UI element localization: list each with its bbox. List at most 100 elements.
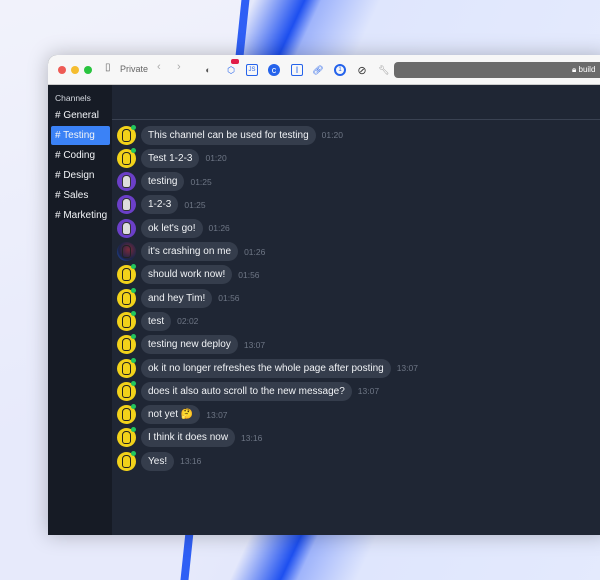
channel-general[interactable]: # General [51, 106, 110, 125]
online-indicator [131, 380, 136, 386]
avatar[interactable] [117, 218, 136, 238]
chat-panel: This channel can be used for testing 01:2… [112, 85, 600, 535]
message-timestamp: 01:25 [184, 199, 206, 210]
message-timestamp: 13:07 [396, 363, 418, 373]
message-row: it's crashing on me 01:26 [117, 242, 265, 262]
channels-heading: Channels [55, 93, 91, 103]
message-bubble: 1-2-3 [141, 195, 179, 215]
message-row: should work now! 01:56 [117, 264, 260, 285]
avatar[interactable] [117, 450, 136, 471]
message-bubble: test [141, 311, 172, 331]
message-row: testing 01:25 [117, 172, 212, 192]
online-indicator [131, 404, 136, 410]
message-timestamp: 01:20 [321, 130, 343, 140]
close-window-button[interactable] [58, 65, 66, 74]
message-row: test 02:02 [117, 310, 199, 331]
message-bubble: Yes! [141, 451, 175, 471]
message-row: 1-2-3 01:25 [117, 195, 206, 215]
avatar[interactable] [117, 404, 136, 425]
message-timestamp: 01:56 [218, 293, 240, 304]
browser-toolbar: ▯ Private ‹ › ◐ ⬡ JS c I 🔗︎ 1 ⊘ 🔧︎ 🔒︎ bu… [48, 55, 600, 85]
notification-badge [231, 59, 239, 64]
message-timestamp: 02:02 [177, 316, 199, 327]
extension-globe-icon[interactable]: c [268, 64, 280, 76]
channel-sales[interactable]: # Sales [51, 186, 110, 205]
message-bubble: and hey Tim! [141, 288, 213, 308]
text-extension-icon[interactable]: I [291, 64, 303, 76]
avatar[interactable] [117, 310, 136, 331]
avatar[interactable] [117, 264, 136, 285]
avatar[interactable] [117, 380, 136, 401]
online-indicator [131, 147, 136, 153]
message-timestamp: 01:56 [238, 269, 260, 280]
online-indicator [131, 310, 136, 316]
online-indicator [131, 450, 136, 456]
message-row: Yes! 13:16 [117, 450, 202, 471]
private-mode-label: Private [120, 64, 149, 74]
message-bubble: ok let's go! [141, 218, 203, 238]
message-timestamp: 01:25 [190, 176, 212, 187]
avatar[interactable] [117, 334, 136, 355]
message-row: I think it does now 13:16 [117, 427, 263, 448]
chat-header [112, 85, 600, 120]
avatar[interactable] [117, 195, 136, 215]
message-row: not yet 🤔 13:07 [117, 404, 228, 425]
minimize-window-button[interactable] [71, 65, 79, 74]
message-bubble: testing new deploy [141, 335, 238, 355]
sidebar-toggle-icon[interactable]: ▯ [105, 62, 111, 73]
maximize-window-button[interactable] [84, 65, 92, 74]
message-row: testing new deploy 13:07 [117, 334, 266, 355]
message-timestamp: 01:20 [205, 153, 227, 164]
online-indicator [131, 264, 136, 270]
message-row: and hey Tim! 01:56 [117, 287, 240, 308]
message-timestamp: 01:26 [208, 223, 230, 234]
message-bubble: not yet 🤔 [141, 405, 201, 425]
avatar[interactable] [117, 124, 136, 145]
online-indicator [131, 334, 136, 340]
message-timestamp: 01:26 [244, 246, 266, 257]
message-timestamp: 13:07 [243, 339, 266, 350]
message-bubble: it's crashing on me [141, 242, 239, 261]
message-bubble: This channel can be used for testing [141, 125, 316, 145]
channel-design[interactable]: # Design [51, 166, 110, 185]
message-bubble: testing [141, 172, 185, 192]
message-timestamp: 13:16 [180, 456, 202, 467]
message-row: Test 1-2-3 01:20 [117, 147, 227, 168]
forward-button[interactable]: › [177, 61, 181, 73]
message-bubble: should work now! [141, 265, 233, 285]
message-row: does it also auto scroll to the new mess… [117, 380, 380, 401]
avatar[interactable] [117, 147, 136, 168]
avatar[interactable] [117, 427, 136, 448]
link-icon[interactable]: 🔗︎ [312, 64, 324, 76]
online-indicator [131, 287, 136, 293]
avatar[interactable] [117, 242, 136, 261]
js-extension-icon[interactable]: JS [246, 64, 258, 76]
message-row: This channel can be used for testing 01:2… [117, 124, 343, 145]
online-indicator [131, 357, 136, 363]
message-bubble: ok it no longer refreshes the whole page… [141, 358, 391, 378]
lock-icon: 🔒︎ [572, 65, 577, 74]
message-bubble: Test 1-2-3 [141, 148, 200, 168]
avatar[interactable] [117, 287, 136, 308]
channel-testing[interactable]: # Testing [51, 126, 110, 145]
back-button[interactable]: ‹ [157, 61, 161, 73]
shield-icon[interactable]: ◐ [202, 64, 214, 76]
online-indicator [131, 124, 136, 130]
message-bubble: does it also auto scroll to the new mess… [141, 381, 352, 401]
url-text: build [578, 65, 596, 74]
password-manager-icon[interactable]: 1 [334, 64, 346, 76]
message-timestamp: 13:07 [357, 386, 380, 397]
block-icon[interactable]: ⊘ [356, 64, 368, 77]
channel-coding[interactable]: # Coding [51, 146, 110, 165]
avatar[interactable] [117, 172, 136, 192]
online-indicator [131, 427, 136, 433]
message-row: ok it no longer refreshes the whole page… [117, 357, 418, 378]
wrench-icon[interactable]: 🔧︎ [378, 64, 390, 76]
address-bar[interactable]: 🔒︎ build [394, 62, 600, 78]
channel-marketing[interactable]: # Marketing [51, 206, 110, 225]
browser-window: ▯ Private ‹ › ◐ ⬡ JS c I 🔗︎ 1 ⊘ 🔧︎ 🔒︎ bu… [48, 55, 600, 535]
message-timestamp: 13:16 [241, 432, 263, 443]
message-timestamp: 13:07 [206, 409, 228, 420]
extension-cube-icon[interactable]: ⬡ [225, 59, 239, 76]
avatar[interactable] [117, 357, 136, 378]
